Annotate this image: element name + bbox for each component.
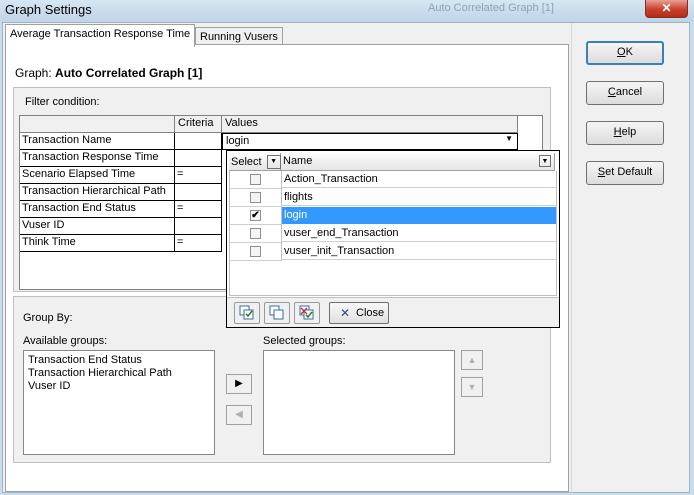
invert-selection-button[interactable]: [294, 302, 320, 324]
filter-row-name[interactable]: Transaction End Status: [20, 201, 175, 218]
tab-average-transaction-response-time[interactable]: Average Transaction Response Time: [5, 24, 196, 47]
graph-name: Auto Correlated Graph [1]: [55, 66, 203, 80]
background-window-title: Auto Correlated Graph [1]: [428, 2, 554, 14]
name-column-header[interactable]: Name ▼: [281, 153, 555, 171]
filter-row-criteria[interactable]: =: [175, 201, 222, 218]
list-item[interactable]: vuser_end_Transaction: [230, 225, 556, 243]
chevron-down-icon[interactable]: ▼: [505, 134, 513, 143]
select-all-icon: [239, 305, 254, 320]
filter-row-criteria[interactable]: =: [175, 167, 222, 184]
checklist-toolbar: ✕ Close: [227, 297, 559, 327]
remove-group-button[interactable]: ◀: [226, 405, 252, 425]
ok-button[interactable]: OK: [586, 41, 664, 65]
window-title: Graph Settings: [5, 2, 92, 17]
add-group-button[interactable]: ▶: [226, 374, 252, 394]
close-window-button[interactable]: ✕: [645, 0, 688, 18]
row-divider: [230, 260, 282, 261]
select-all-button[interactable]: [234, 302, 260, 324]
close-popup-button[interactable]: ✕ Close: [329, 302, 389, 324]
filter-row-criteria[interactable]: [175, 218, 222, 235]
clear-all-button[interactable]: [264, 302, 290, 324]
item-checkbox[interactable]: [250, 174, 261, 185]
list-item[interactable]: Action_Transaction: [230, 171, 556, 189]
invert-selection-icon: [299, 305, 314, 320]
close-x-icon: ✕: [340, 306, 351, 320]
filter-condition-title: Filter condition:: [25, 96, 100, 108]
grid-header-blank: [20, 116, 175, 133]
button-panel-divider: [571, 23, 572, 493]
help-button[interactable]: Help: [586, 121, 664, 145]
filter-row-name[interactable]: Scenario Elapsed Time: [20, 167, 175, 184]
check-icon[interactable]: ✔: [250, 210, 261, 221]
list-item[interactable]: Transaction Hierarchical Path: [28, 367, 210, 380]
arrow-up-icon: ▲: [467, 355, 477, 365]
item-checkbox[interactable]: [250, 228, 261, 239]
filter-row-name[interactable]: Vuser ID: [20, 218, 175, 235]
filter-row-criteria[interactable]: [175, 133, 222, 150]
list-item[interactable]: vuser_init_Transaction: [230, 243, 556, 261]
filter-row-criteria[interactable]: =: [175, 235, 222, 252]
selected-groups-list[interactable]: [263, 350, 455, 455]
filter-row-name[interactable]: Transaction Response Time: [20, 150, 175, 167]
transaction-checklist-popup: Select ▼ Name ▼ Action_Transaction fligh…: [226, 150, 560, 328]
item-checkbox[interactable]: [250, 246, 261, 257]
select-column-header[interactable]: Select ▼: [229, 153, 281, 171]
arrow-down-icon: ▼: [467, 382, 477, 392]
group-by-title: Group By:: [23, 312, 73, 324]
filter-row-name[interactable]: Transaction Name: [20, 133, 175, 150]
filter-row-name[interactable]: Transaction Hierarchical Path: [20, 184, 175, 201]
column-divider: [281, 171, 282, 261]
list-item[interactable]: Transaction End Status: [28, 354, 210, 367]
selected-groups-label: Selected groups:: [263, 335, 346, 347]
title-bar: [0, 0, 694, 22]
close-icon: ✕: [661, 1, 672, 15]
values-column-header[interactable]: Values: [222, 116, 518, 133]
filter-row-criteria[interactable]: [175, 150, 222, 167]
filter-row-name[interactable]: Think Time: [20, 235, 175, 252]
list-item[interactable]: flights: [230, 189, 556, 207]
available-groups-list[interactable]: Transaction End Status Transaction Hiera…: [23, 350, 215, 455]
clear-all-icon: [269, 305, 284, 320]
available-groups-label: Available groups:: [23, 335, 108, 347]
move-down-button[interactable]: ▼: [461, 377, 483, 397]
arrow-right-icon: ▶: [235, 378, 243, 389]
checklist-body: Action_Transaction flights ✔ login vuser…: [229, 171, 557, 296]
filter-row-criteria[interactable]: [175, 184, 222, 201]
transaction-name-value-combo[interactable]: login ▼: [222, 133, 518, 150]
set-default-button[interactable]: Set Default: [586, 161, 664, 185]
list-item-selected[interactable]: ✔ login: [230, 207, 556, 225]
cancel-button[interactable]: Cancel: [586, 81, 664, 105]
list-item[interactable]: Vuser ID: [28, 380, 210, 393]
chevron-down-icon[interactable]: ▼: [266, 155, 281, 169]
criteria-column-header[interactable]: Criteria: [175, 116, 222, 133]
move-up-button[interactable]: ▲: [461, 350, 483, 370]
chevron-down-icon[interactable]: ▼: [539, 155, 551, 167]
graph-label: Graph: Auto Correlated Graph [1]: [15, 66, 203, 80]
arrow-left-icon: ◀: [235, 409, 243, 420]
item-checkbox[interactable]: [250, 192, 261, 203]
combo-value: login: [226, 135, 250, 147]
